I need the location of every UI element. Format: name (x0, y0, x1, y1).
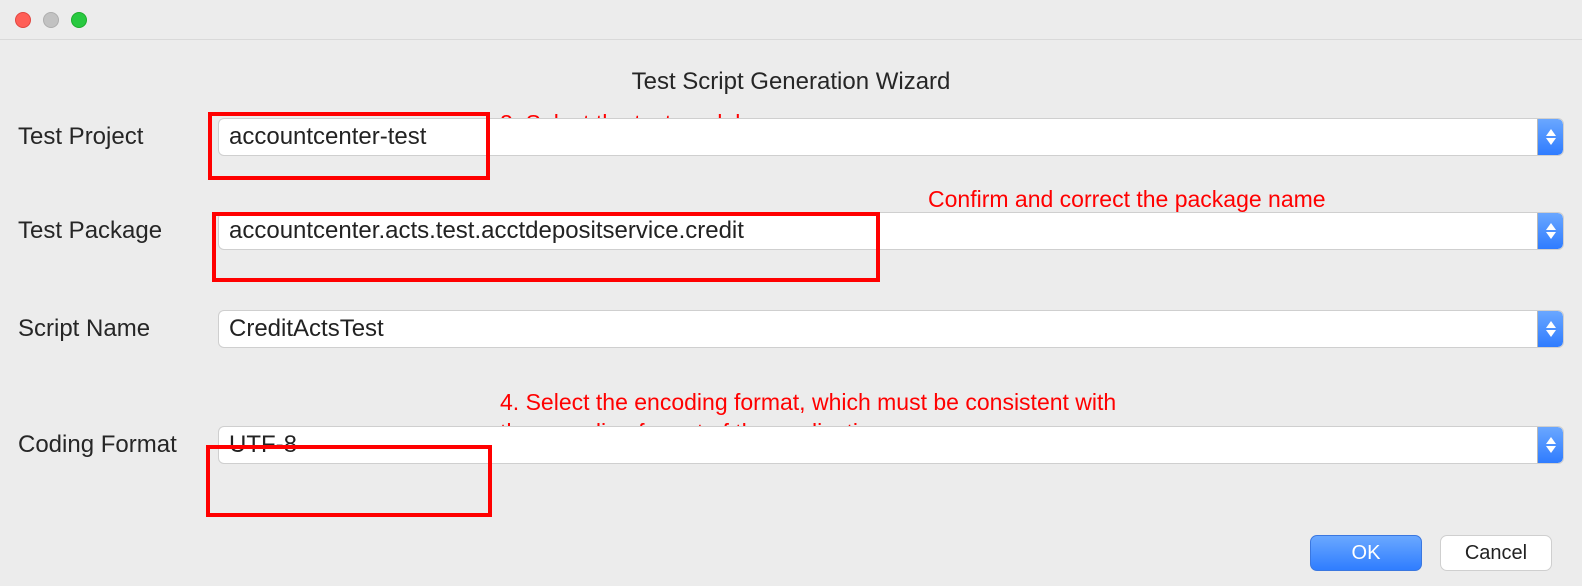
dropdown-arrows-icon[interactable] (1537, 427, 1563, 463)
dropdown-arrows-icon[interactable] (1537, 213, 1563, 249)
ok-button[interactable]: OK (1310, 535, 1422, 571)
input-test-project[interactable] (219, 119, 1537, 155)
label-test-project: Test Project (18, 123, 218, 151)
maximize-icon[interactable] (71, 12, 87, 28)
wizard-title: Test Script Generation Wizard (0, 68, 1582, 96)
label-script-name: Script Name (18, 315, 218, 343)
dropdown-arrows-icon[interactable] (1537, 311, 1563, 347)
combo-test-package[interactable] (218, 212, 1564, 250)
close-icon[interactable] (15, 12, 31, 28)
input-coding-format[interactable] (219, 427, 1537, 463)
label-test-package: Test Package (18, 217, 218, 245)
label-coding-format: Coding Format (18, 431, 218, 459)
combo-test-project[interactable] (218, 118, 1564, 156)
combo-coding-format[interactable] (218, 426, 1564, 464)
minimize-icon (43, 12, 59, 28)
dropdown-arrows-icon[interactable] (1537, 119, 1563, 155)
titlebar (0, 0, 1582, 40)
input-script-name[interactable] (219, 311, 1537, 347)
annotation-confirm: Confirm and correct the package name (928, 185, 1326, 214)
annotation-step4-line1: 4. Select the encoding format, which mus… (500, 388, 1116, 417)
combo-script-name[interactable] (218, 310, 1564, 348)
cancel-button[interactable]: Cancel (1440, 535, 1552, 571)
input-test-package[interactable] (219, 213, 1537, 249)
